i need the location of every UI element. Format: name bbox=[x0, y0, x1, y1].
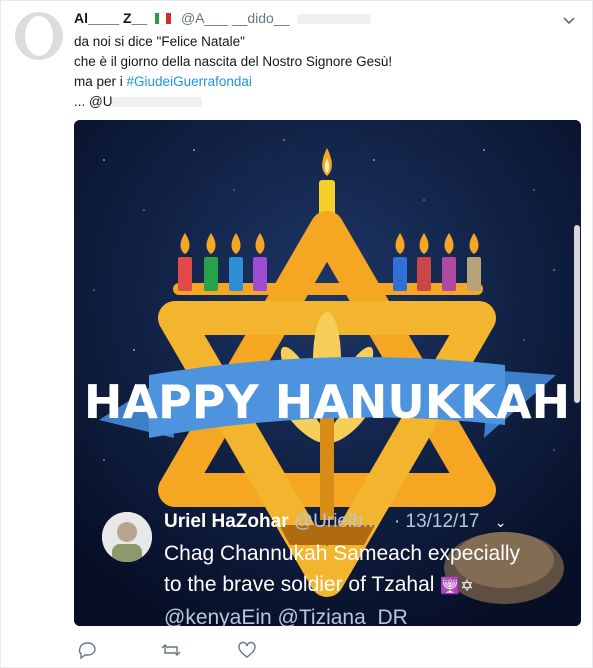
menorah-star-emoji: 🕎✡ bbox=[440, 578, 474, 595]
tweet-image[interactable]: HAPPY HANUKKAH Uriel HaZohar @Urielb... … bbox=[74, 120, 581, 626]
tweet-card: Al____ Z__ @A___ __dido__ da noi si dice… bbox=[0, 0, 593, 668]
reply-text: Chag Channukah Sameach expecially to the… bbox=[164, 538, 564, 626]
reply-header: Uriel HaZohar @Urielb... · 13/12/17 ⌄ bbox=[164, 511, 507, 533]
candle bbox=[417, 257, 431, 291]
author-handle[interactable]: @A___ __dido__ bbox=[181, 10, 289, 26]
tweet-header: Al____ Z__ @A___ __dido__ bbox=[74, 10, 372, 26]
candle bbox=[253, 257, 267, 291]
hashtag-link[interactable]: #GiudeiGuerrafondai bbox=[127, 74, 252, 89]
reply-author-name: Uriel HaZohar bbox=[164, 511, 289, 532]
tweet-text: da noi si dice "Felice Natale" che è il … bbox=[74, 32, 554, 112]
reply-date: · 13/12/17 bbox=[393, 511, 480, 532]
reply-avatar[interactable] bbox=[102, 512, 152, 562]
retweet-icon[interactable] bbox=[160, 639, 182, 661]
italy-flag-icon bbox=[155, 11, 171, 25]
banner-text: HAPPY HANUKKAH bbox=[84, 375, 570, 429]
avatar[interactable] bbox=[15, 12, 63, 60]
tweet-line: da noi si dice "Felice Natale" bbox=[74, 34, 245, 49]
redacted-timestamp bbox=[297, 14, 372, 24]
reply-icon[interactable] bbox=[76, 639, 98, 661]
candle bbox=[229, 257, 243, 291]
image-scrollbar[interactable] bbox=[574, 225, 580, 403]
reply-line: Chag Channukah Sameach expecially bbox=[164, 542, 521, 565]
tweet-line: che è il giorno della nascita del Nostro… bbox=[74, 54, 393, 69]
candle bbox=[442, 257, 456, 291]
redacted-mention bbox=[112, 97, 203, 107]
candle bbox=[178, 257, 192, 291]
chevron-down-icon[interactable] bbox=[562, 13, 576, 27]
like-icon[interactable] bbox=[236, 639, 258, 661]
reply-mentions: @kenyaEin @Tiziana_DR bbox=[164, 606, 408, 626]
candle bbox=[393, 257, 407, 291]
avatar-image bbox=[102, 512, 152, 562]
reply-line: to the brave soldier of Tzahal 🕎✡ bbox=[164, 573, 474, 596]
candle bbox=[467, 257, 481, 291]
reply-chevron-icon: ⌄ bbox=[494, 514, 507, 530]
tweet-actions bbox=[74, 639, 374, 661]
tweet-line: ... @U bbox=[74, 92, 554, 112]
reply-author-handle: @Urielb... bbox=[293, 511, 379, 532]
tweet-line: ma per i #GiudeiGuerrafondai bbox=[74, 74, 252, 89]
author-name[interactable]: Al____ Z__ bbox=[74, 10, 147, 26]
candle bbox=[204, 257, 218, 291]
